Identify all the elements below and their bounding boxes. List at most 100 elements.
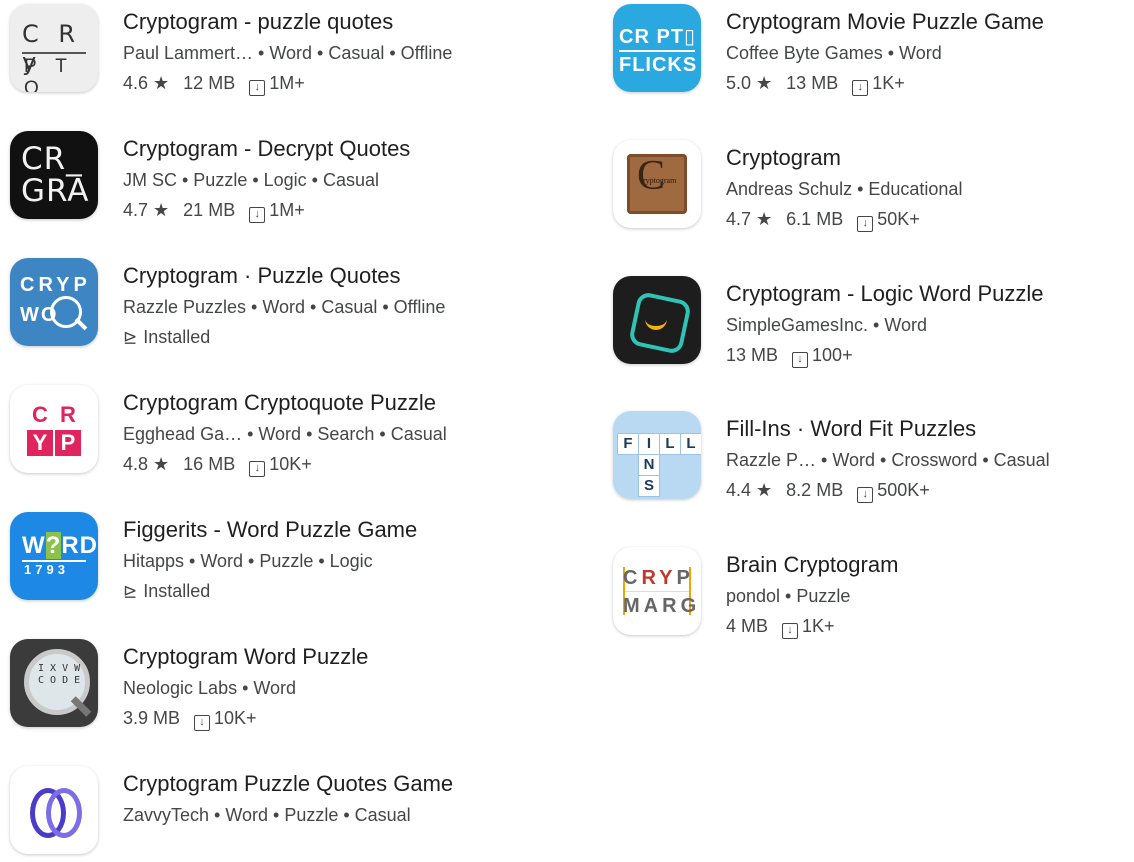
downloads: 1M+ [269, 73, 305, 93]
status-text: Installed [143, 581, 211, 601]
icon-text: W [22, 532, 46, 559]
downloads: 1K+ [872, 73, 905, 93]
icon-text: C O D E [38, 675, 81, 686]
app-icon-neologic-word-puzzle: I X V WC O D E [10, 639, 98, 727]
app-icon-zavvy-cryptogram [10, 766, 98, 854]
icon-text: A [643, 595, 663, 617]
app-stats: 3.9 MB ↓ 10K+ [123, 703, 368, 733]
app-meta: pondol • Puzzle [726, 586, 851, 606]
rating: 4.7 ★ [123, 200, 170, 220]
app-meta: Andreas Schulz • Educational [726, 179, 963, 199]
app-item[interactable]: CR_ GRA Cryptogram - Decrypt Quotes JM SC… [10, 127, 410, 227]
app-meta: Paul Lammert… • Word • Casual • Offline [123, 43, 453, 63]
icon-text: ryptogram [643, 176, 677, 185]
app-item[interactable]: CRYP MARG Brain Cryptogram pondol • Puzz… [613, 543, 898, 643]
rating: 4.7 ★ [726, 209, 773, 229]
app-item[interactable]: Cryptogram - Logic Word Puzzle SimpleGam… [613, 272, 1044, 372]
downloads: 10K+ [214, 708, 257, 728]
app-title: Cryptogram Movie Puzzle Game [726, 9, 1044, 34]
app-meta: Neologic Labs • Word [123, 678, 297, 698]
download-icon: ↓ [249, 461, 266, 477]
app-icon-brain-cryptogram: CRYP MARG [613, 547, 701, 635]
size: 12 MB [183, 73, 236, 93]
app-stats: 4 MB ↓ 1K+ [726, 611, 898, 641]
app-icon-egghead-cryptoquote: C R Y P [10, 385, 98, 473]
rating: 4.4 ★ [726, 480, 773, 500]
app-stats: 5.0 ★ 13 MB ↓ 1K+ [726, 68, 1044, 98]
app-title: Cryptogram - Decrypt Quotes [123, 136, 411, 161]
app-meta: Razzle Puzzles • Word • Casual • Offline [123, 297, 446, 317]
icon-text: GRA [21, 173, 90, 209]
app-item[interactable]: C ryptogram Cryptogram Andreas Schulz • … [613, 136, 962, 236]
app-meta: Coffee Byte Games • Word [726, 43, 942, 63]
app-item[interactable]: C R Y P Cryptogram Cryptoquote Puzzle Eg… [10, 381, 447, 481]
app-title: Cryptogram Word Puzzle [123, 644, 369, 669]
icon-text: L [659, 433, 681, 455]
rating: 5.0 ★ [726, 73, 773, 93]
icon-text: FLICKS [619, 54, 698, 76]
status-text: Installed [143, 327, 211, 347]
app-item[interactable]: F I L L N S Fill-Ins · Word Fit Puzzles … [613, 407, 1050, 507]
icon-text: P [676, 567, 694, 589]
app-icon-figgerits: W?RD 1793 [10, 512, 98, 600]
app-item[interactable]: Cryptogram Puzzle Quotes Game ZavvyTech … [10, 762, 453, 862]
download-icon: ↓ [782, 623, 799, 639]
size: 16 MB [183, 454, 236, 474]
app-icon-schulz-cryptogram: C ryptogram [613, 140, 701, 228]
app-item[interactable]: W?RD 1793 Figgerits - Word Puzzle Game H… [10, 508, 417, 608]
app-title: Figgerits - Word Puzzle Game [123, 517, 418, 542]
size: 4 MB [726, 616, 769, 636]
app-item[interactable]: CRYP WO Cryptogram · Puzzle Quotes Razzl… [10, 254, 445, 354]
icon-text: M [623, 595, 644, 617]
installed-status: ⊵ Installed [123, 576, 417, 607]
download-icon: ↓ [857, 487, 874, 503]
app-stats: 4.7 ★ 21 MB ↓ 1M+ [123, 195, 410, 225]
app-icon-decrypt-quotes: CR_ GRA [10, 131, 98, 219]
icon-text: CR PT▯ [619, 26, 697, 48]
downloads: 1K+ [802, 616, 835, 636]
icon-text: Y [27, 430, 53, 456]
app-item[interactable]: C R y P T O Cryptogram - puzzle quotes P… [10, 0, 452, 100]
downloads: 50K+ [877, 209, 920, 229]
app-title: Cryptogram [726, 145, 841, 170]
downloads: 100+ [812, 345, 853, 365]
app-meta: Razzle P… • Word • Crossword • Casual [726, 450, 1050, 470]
icon-text: I X V W [38, 663, 81, 674]
app-item[interactable]: I X V WC O D E Cryptogram Word Puzzle Ne… [10, 635, 368, 735]
icon-text: G [680, 595, 701, 617]
app-title: Cryptogram Puzzle Quotes Game [123, 771, 454, 796]
app-stats: 4.8 ★ 16 MB ↓ 10K+ [123, 449, 447, 479]
icon-text: L [680, 433, 701, 455]
download-icon: ↓ [792, 352, 809, 368]
icon-text: C [623, 567, 642, 589]
app-meta: JM SC • Puzzle • Logic • Casual [123, 170, 379, 190]
app-title: Fill-Ins · Word Fit Puzzles [726, 416, 977, 441]
icon-text: 1793 [24, 562, 69, 577]
app-meta: Egghead Ga… • Word • Search • Casual [123, 424, 447, 444]
app-icon-cryptogram-puzzle-quotes: C R y P T O [10, 4, 98, 92]
installed-icon: ⊵ [123, 328, 138, 347]
installed-status: ⊵ Installed [123, 322, 445, 353]
app-icon-razzle-cryptogram: CRYP WO [10, 258, 98, 346]
app-stats: 4.6 ★ 12 MB ↓ 1M+ [123, 68, 452, 98]
app-meta: ZavvyTech • Word • Puzzle • Casual [123, 805, 411, 825]
icon-text: CR_ [21, 141, 83, 177]
download-icon: ↓ [852, 80, 869, 96]
app-icon-crypt-flicks: CR PT▯ FLICKS [613, 4, 701, 92]
icon-text: CRYP [20, 274, 91, 296]
icon-text: P T O [24, 56, 74, 92]
installed-icon: ⊵ [123, 582, 138, 601]
downloads: 1M+ [269, 200, 305, 220]
app-icon-fill-ins: F I L L N S [613, 411, 701, 499]
icon-text: R [60, 402, 76, 427]
app-item[interactable]: CR PT▯ FLICKS Cryptogram Movie Puzzle Ga… [613, 0, 1044, 100]
app-icon-logic-word-puzzle [613, 276, 701, 364]
size: 3.9 MB [123, 708, 181, 728]
download-icon: ↓ [857, 216, 874, 232]
app-stats: 13 MB ↓ 100+ [726, 340, 1044, 370]
app-title: Cryptogram Cryptoquote Puzzle [123, 390, 437, 415]
app-stats: 4.7 ★ 6.1 MB ↓ 50K+ [726, 204, 962, 234]
download-icon: ↓ [194, 715, 211, 731]
app-title: Cryptogram · Puzzle Quotes [123, 263, 401, 288]
size: 6.1 MB [786, 209, 844, 229]
